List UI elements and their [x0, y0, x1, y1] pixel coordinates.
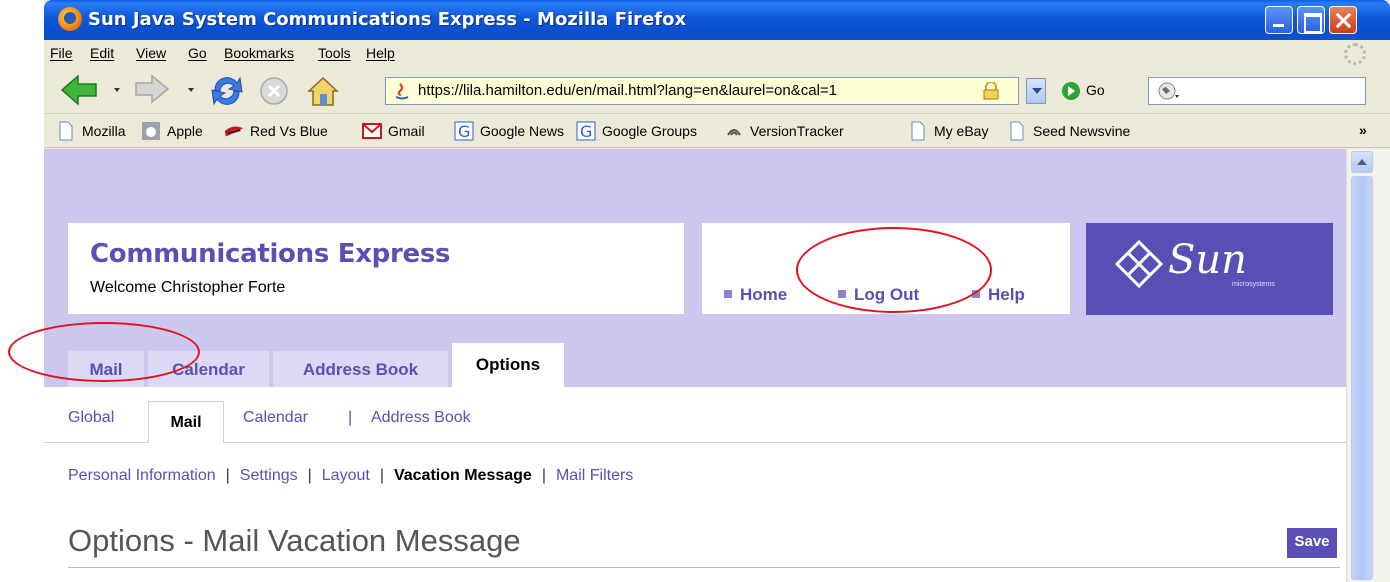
subtab-mail[interactable]: Mail	[148, 401, 224, 443]
tab-calendar[interactable]: Calendar	[148, 351, 269, 387]
url-text[interactable]: https://lila.hamilton.edu/en/mail.html?l…	[418, 82, 837, 99]
tab-address-book[interactable]: Address Book	[273, 351, 448, 387]
window-title: Sun Java System Communications Express -…	[88, 9, 687, 30]
page-icon	[59, 121, 73, 141]
save-button[interactable]: Save	[1287, 528, 1337, 558]
tab-options[interactable]: Options	[452, 343, 564, 387]
stop-icon[interactable]	[259, 76, 289, 106]
go-icon[interactable]	[1062, 82, 1080, 100]
options-subtabs: Global Mail Calendar | Address Book	[44, 387, 1346, 443]
mail-options-links: Personal Information | Settings | Layout | Vac…	[68, 467, 633, 485]
link-separator: |	[307, 467, 312, 484]
google-icon: G	[576, 121, 596, 141]
link-layout[interactable]: Layout	[322, 467, 370, 484]
reload-icon[interactable]	[209, 74, 245, 108]
link-separator: |	[379, 467, 384, 484]
browser-window: Sun Java System Communications Express -…	[44, 0, 1390, 582]
tab-mail[interactable]: Mail	[68, 351, 144, 387]
home-link[interactable]: Home	[724, 285, 787, 305]
page-icon	[1010, 121, 1024, 141]
maximize-button[interactable]	[1297, 6, 1325, 34]
subtab-separator: |	[348, 409, 353, 426]
sun-logo-text: Sun	[1168, 237, 1247, 283]
close-button[interactable]	[1329, 6, 1357, 34]
welcome-text: Welcome Christopher Forte	[90, 279, 286, 296]
menu-view[interactable]: View	[136, 45, 166, 61]
apple-icon	[142, 122, 160, 140]
search-engine-icon[interactable]	[1157, 81, 1181, 101]
menu-help[interactable]: Help	[366, 45, 395, 61]
title-divider	[68, 567, 1340, 568]
scroll-up-button[interactable]	[1351, 151, 1373, 173]
help-link[interactable]: Help	[972, 285, 1025, 305]
link-personal-information[interactable]: Personal Information	[68, 467, 216, 484]
minimize-button[interactable]	[1265, 6, 1293, 34]
menu-tools[interactable]: Tools	[318, 45, 351, 61]
go-button-label[interactable]: Go	[1086, 82, 1105, 98]
link-separator: |	[541, 467, 546, 484]
redvsblue-icon	[224, 126, 244, 137]
lock-icon[interactable]	[982, 82, 1000, 100]
versiontracker-icon	[727, 129, 741, 136]
back-dropdown-icon[interactable]	[114, 88, 120, 92]
app-title: Communications Express	[90, 239, 451, 269]
menu-bar: File Edit View Go Bookmarks Tools Help	[44, 40, 1390, 68]
title-bar: Sun Java System Communications Express -…	[44, 0, 1390, 40]
logout-link[interactable]: Log Out	[838, 285, 919, 305]
scroll-thumb[interactable]	[1351, 176, 1373, 580]
vertical-scrollbar[interactable]	[1346, 149, 1390, 582]
link-separator: |	[225, 467, 230, 484]
page-icon	[911, 121, 925, 141]
back-arrow-icon[interactable]	[60, 74, 98, 106]
page-title: Options - Mail Vacation Message	[68, 523, 521, 558]
web-content: Communications Express Welcome Christoph…	[44, 149, 1346, 582]
google-icon: G	[454, 121, 474, 141]
bookmarks-overflow-chevron[interactable]: »	[1359, 122, 1367, 138]
sun-microsystems-logo-icon	[1114, 239, 1164, 289]
forward-dropdown-icon[interactable]	[188, 88, 194, 92]
bookmarks-toolbar: Mozilla Apple Red Vs Blue Gmail G Google…	[44, 114, 1390, 148]
bullet-icon	[838, 290, 846, 298]
subtab-global[interactable]: Global	[68, 409, 114, 427]
firefox-icon	[58, 7, 82, 31]
search-input[interactable]	[1148, 77, 1366, 105]
sun-logo-panel[interactable]: Sun microsystems	[1086, 223, 1333, 315]
link-mail-filters[interactable]: Mail Filters	[556, 467, 633, 484]
subtab-address-book[interactable]: Address Book	[371, 409, 471, 427]
menu-edit[interactable]: Edit	[90, 45, 114, 61]
address-bar[interactable]: https://lila.hamilton.edu/en/mail.html?l…	[385, 77, 1019, 105]
brand-panel: Communications Express Welcome Christoph…	[68, 223, 684, 314]
subtab-calendar[interactable]: Calendar	[243, 409, 308, 427]
link-settings[interactable]: Settings	[240, 467, 298, 484]
navigation-toolbar: https://lila.hamilton.edu/en/mail.html?l…	[44, 68, 1390, 114]
home-icon[interactable]	[306, 74, 340, 108]
svg-text:G: G	[458, 122, 470, 141]
link-vacation-message: Vacation Message	[393, 467, 532, 484]
java-icon	[395, 83, 409, 100]
menu-bookmarks[interactable]: Bookmarks	[224, 45, 294, 61]
svg-text:G: G	[580, 122, 592, 141]
url-history-dropdown[interactable]	[1026, 78, 1046, 104]
throbber-icon	[1344, 43, 1366, 65]
forward-arrow-icon[interactable]	[134, 74, 170, 104]
gmail-icon	[362, 123, 382, 139]
sun-logo-subtext: microsystems	[1232, 281, 1275, 288]
menu-file[interactable]: File	[50, 45, 73, 61]
bullet-icon	[972, 290, 980, 298]
bullet-icon	[724, 290, 732, 298]
top-links-panel: Home Log Out Help	[702, 223, 1070, 314]
app-header: Communications Express Welcome Christoph…	[44, 149, 1346, 387]
menu-go[interactable]: Go	[188, 45, 207, 61]
